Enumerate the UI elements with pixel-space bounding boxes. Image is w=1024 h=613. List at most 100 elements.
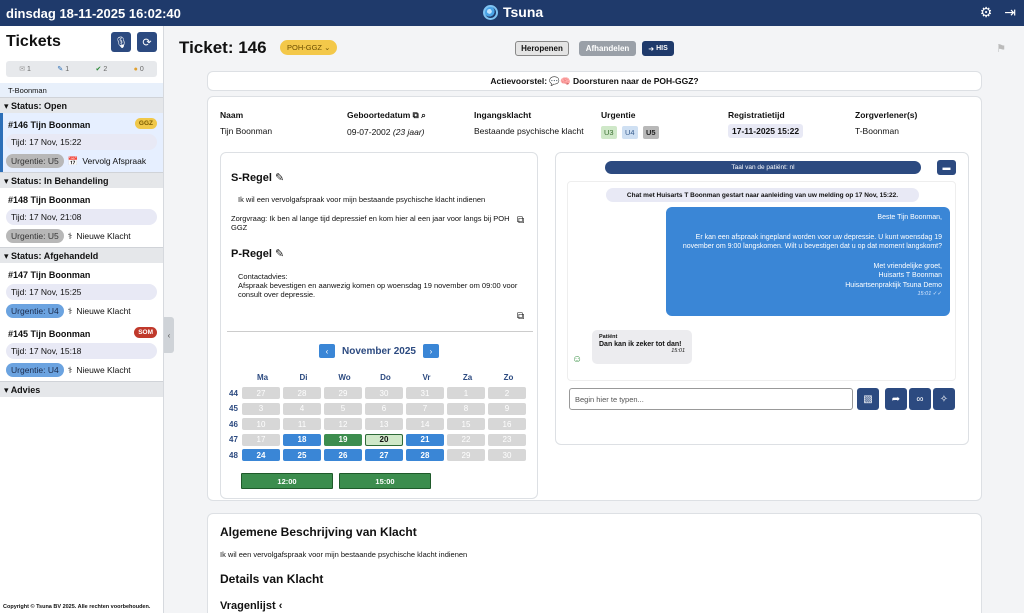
section-status-behandeling[interactable]: ▾ Status: In Behandeling xyxy=(0,172,163,188)
ticket-type: Vervolg Afspraak xyxy=(82,156,147,166)
s-regel-line2: Zorgvraag: Ik ben al lange tijd depressi… xyxy=(231,214,510,232)
copy-icon[interactable]: ⧉ xyxy=(517,311,524,322)
calendar-day: 30 xyxy=(365,387,403,400)
share-arrow-icon: ➦ xyxy=(891,393,901,405)
magic-wand-button[interactable]: ✧ xyxy=(933,388,955,410)
chat-messages[interactable]: Chat met Huisarts T Boonman gestart naar… xyxy=(567,181,956,381)
day-header: Do xyxy=(380,373,391,383)
complaint-description-card: Algemene Beschrijving van Klacht Ik wil … xyxy=(207,513,982,613)
image-icon: ▧ xyxy=(863,393,873,405)
section-status-afgehandeld[interactable]: ▾ Status: Afgehandeld xyxy=(0,247,163,263)
locked-counter[interactable]: ● 0 xyxy=(134,66,144,73)
calendar-day: 4 xyxy=(283,402,321,415)
flag-icon[interactable]: ⚑ xyxy=(996,42,1006,55)
section-status-open[interactable]: ▾ Status: Open xyxy=(0,97,163,113)
s-regel-line1: Ik wil een vervolgafspraak voor mijn bes… xyxy=(238,195,486,204)
sidebar-collapse-handle[interactable]: ‹ xyxy=(164,317,174,353)
message-time: 15:01 ✓✓ xyxy=(917,291,942,297)
calendar-day[interactable]: 27 xyxy=(365,449,403,462)
lock-icon: ● xyxy=(133,65,138,73)
chevron-right-icon: › xyxy=(429,346,433,356)
edit-counter[interactable]: ✎ 1 xyxy=(57,65,69,73)
gear-icon[interactable]: ⚙ xyxy=(980,4,993,21)
calendar-day: 15 xyxy=(447,418,485,431)
chat-input[interactable]: Begin hier te typen... xyxy=(569,388,853,410)
ticket-item-145[interactable]: #145 Tijn Boonman SOM Tijd: 17 Nov, 15:1… xyxy=(0,322,163,381)
calendar-day[interactable]: 25 xyxy=(283,449,321,462)
time-slot-1500[interactable]: 15:00 xyxy=(339,473,431,489)
label-naam: Naam xyxy=(220,110,244,120)
chat-panel: Taal van de patiënt: nl ▬ Chat met Huisa… xyxy=(555,152,969,445)
calendar-day[interactable]: 18 xyxy=(283,433,321,446)
prev-month-button[interactable]: ‹ xyxy=(319,344,335,358)
urgency-u3[interactable]: U3 xyxy=(601,126,617,139)
calendar-day: 29 xyxy=(324,387,362,400)
registration-time: 17-11-2025 15:22 xyxy=(728,124,804,138)
search-icon[interactable]: ⌕ xyxy=(421,110,426,120)
day-header: Wo xyxy=(338,373,351,383)
reopen-button[interactable]: Heropenen xyxy=(515,41,569,56)
logout-icon[interactable]: ⇥ xyxy=(1004,4,1016,21)
his-button[interactable]: ➜ HIS xyxy=(642,41,674,56)
week-number: 44 xyxy=(229,388,238,398)
tsuna-logo-icon xyxy=(483,4,498,20)
microphone-button[interactable]: 🎙 xyxy=(111,32,131,52)
ticket-type: Nieuwe Klacht xyxy=(76,365,131,375)
calendar-day[interactable]: 28 xyxy=(406,449,444,462)
ticket-item-146[interactable]: #146 Tijn Boonman GGZ Tijd: 17 Nov, 15:2… xyxy=(0,113,163,172)
done-counter[interactable]: ✔ 2 xyxy=(96,65,108,73)
chat-toggle-button[interactable]: ▬ xyxy=(937,160,956,175)
message-body: Dan kan ik zeker tot dan! xyxy=(599,341,682,348)
calendar-day: 22 xyxy=(447,433,485,446)
intake-complaint: Bestaande psychische klacht xyxy=(474,126,584,136)
week-number: 47 xyxy=(229,435,238,445)
section-advies[interactable]: ▾ Advies xyxy=(0,381,163,397)
calendar-day[interactable]: 19 xyxy=(324,433,362,446)
ticket-sidebar: Tickets 🎙 ⟳ ✉ 1 ✎ 1 ✔ 2 ● 0 T-Boonman ▾ … xyxy=(0,26,164,613)
ticket-item-147[interactable]: #147 Tijn Boonman Tijd: 17 Nov, 15:25 Ur… xyxy=(0,263,163,322)
mail-counter[interactable]: ✉ 1 xyxy=(19,65,31,73)
calendar-day[interactable]: 26 xyxy=(324,449,362,462)
day-header: Di xyxy=(299,373,308,383)
calendar-day[interactable]: 24 xyxy=(242,449,280,462)
ticket-item-148[interactable]: #148 Tijn Boonman Tijd: 17 Nov, 21:08 Ur… xyxy=(0,188,163,247)
s-regel-title: S-Regel ✎ xyxy=(231,172,285,184)
vragenlijst-toggle[interactable]: Vragenlijst ‹ xyxy=(220,600,282,612)
stethoscope-icon: ⚕ xyxy=(67,230,73,241)
chevron-down-icon: ⌄ xyxy=(324,43,331,52)
check-lock-icon: ✔ xyxy=(95,66,102,73)
patient-avatar-icon: ☺ xyxy=(572,354,583,365)
calendar-day: 23 xyxy=(488,433,526,446)
calendar-day[interactable]: 21 xyxy=(406,433,444,446)
calendar-day: 1 xyxy=(447,387,485,400)
description-title: Algemene Beschrijving van Klacht xyxy=(220,525,417,539)
top-bar: dinsdag 18-11-2025 16:02:40 Tsuna ⚙ ⇥ xyxy=(0,0,1024,26)
copy-icon[interactable]: ⧉ xyxy=(413,110,419,120)
calendar-day: 11 xyxy=(283,418,321,431)
calendar-day: 14 xyxy=(406,418,444,431)
urgency-u5[interactable]: U5 xyxy=(642,126,659,139)
calendar-day: 30 xyxy=(488,449,526,462)
ticket-time: Tijd: 17 Nov, 15:25 xyxy=(6,284,157,300)
image-button[interactable]: ▧ xyxy=(857,388,879,410)
outgoing-message: Beste Tijn Boonman, Er kan een afspraak … xyxy=(666,207,950,316)
pencil-icon[interactable]: ✎ xyxy=(275,248,284,260)
calendar-day: 6 xyxy=(365,402,403,415)
action-suggestion[interactable]: Actievoorstel: 💬🧠 Doorsturen naar de POH… xyxy=(207,71,982,91)
pencil-icon[interactable]: ✎ xyxy=(275,172,284,184)
link-button[interactable]: ∞ xyxy=(909,388,931,410)
ticket-type: Nieuwe Klacht xyxy=(76,231,131,241)
close-ticket-button[interactable]: Afhandelen xyxy=(579,41,636,56)
next-month-button[interactable]: › xyxy=(423,344,439,358)
stethoscope-icon: ⚕ xyxy=(67,305,73,316)
urgency-u4[interactable]: U4 xyxy=(621,126,638,139)
send-button[interactable]: ➦ xyxy=(885,388,907,410)
app-name: Tsuna xyxy=(503,4,544,20)
p-regel-line2: Afspraak bevestigen en aanwezig komen op… xyxy=(238,281,518,299)
copy-icon[interactable]: ⧉ xyxy=(517,215,524,226)
calendar-day[interactable]: 20 xyxy=(365,433,403,446)
refresh-icon: ⟳ xyxy=(142,36,152,49)
ticket-category-badge[interactable]: POH-GGZ ⌄ xyxy=(280,40,338,55)
time-slot-1200[interactable]: 12:00 xyxy=(241,473,333,489)
refresh-button[interactable]: ⟳ xyxy=(137,32,157,52)
